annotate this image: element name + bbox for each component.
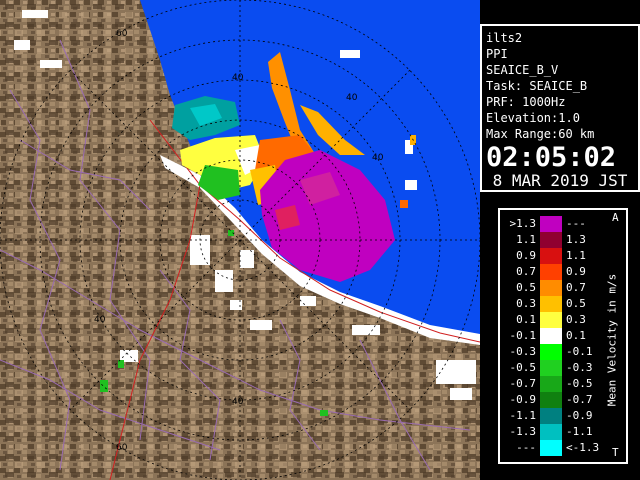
legend-lower-bound: 0.9 (516, 249, 536, 262)
legend-lower-bound: 1.1 (516, 233, 536, 246)
legend-row: -0.5 -0.3 (500, 360, 600, 376)
range-label-bottom: 60 (116, 443, 128, 453)
legend-color-swatch (540, 360, 562, 376)
legend-color-swatch (540, 408, 562, 424)
legend-color-swatch (540, 264, 562, 280)
legend-color-swatch (540, 232, 562, 248)
range-label-lower-left: 40 (94, 315, 106, 325)
prf-value: PRF: 1000Hz (486, 95, 566, 109)
legend-row: -1.1 -0.9 (500, 408, 600, 424)
legend-lower-bound: 0.3 (516, 297, 536, 310)
range-label-top: 60 (116, 29, 128, 39)
legend-color-swatch (540, 280, 562, 296)
elevation-value: Elevation:1.0 (486, 111, 580, 125)
legend-color-swatch (540, 392, 562, 408)
legend-lower-bound: 0.7 (516, 265, 536, 278)
legend-row: 0.9 1.1 (500, 248, 600, 264)
scan-time: 02:05:02 (486, 142, 617, 173)
legend-color-swatch (540, 216, 562, 232)
legend-lower-bound: --- (516, 441, 536, 454)
site-name: ilts2 (486, 31, 523, 45)
legend-color-swatch (540, 296, 562, 312)
legend-bottom-mark: T (612, 446, 619, 459)
legend-lower-bound: -0.3 (509, 345, 537, 358)
legend-row: -0.3 -0.1 (500, 344, 600, 360)
legend-row: -0.1 0.1 (500, 328, 600, 344)
legend-row: 0.5 0.7 (500, 280, 600, 296)
legend-row: -0.9 -0.7 (500, 392, 600, 408)
legend-lower-bound: -1.3 (509, 425, 537, 438)
legend-row: 1.1 1.3 (500, 232, 600, 248)
scan-type: PPI (486, 47, 508, 61)
legend-lower-bound: -0.5 (509, 361, 537, 374)
legend-lower-bound: -0.7 (509, 377, 537, 390)
range-label-right: 40 (372, 153, 384, 163)
range-label-upper-right: 40 (346, 93, 358, 103)
legend-row: -1.3 -1.1 (500, 424, 600, 440)
scan-info-panel: ilts2 PPI SEAICE_B_V Task: SEAICE_B PRF:… (480, 24, 640, 192)
task-name: Task: SEAICE_B (486, 79, 588, 93)
radar-ppi-view[interactable]: 60 40 40 40 40 40 60 (0, 0, 480, 480)
legend-color-swatch (540, 376, 562, 392)
range-label-upper-left: 40 (232, 73, 244, 83)
legend-lower-bound: -1.1 (509, 409, 537, 422)
legend-top-mark: A (612, 211, 619, 224)
legend-color-swatch (540, 344, 562, 360)
legend-row: 0.1 0.3 (500, 312, 600, 328)
legend-lower-bound: -0.9 (509, 393, 537, 406)
max-range-value: Max Range:60 km (486, 127, 595, 141)
range-label-lower-mid: 40 (232, 397, 244, 407)
legend-color-swatch (540, 440, 562, 456)
legend-row: --- <-1.3 (500, 440, 600, 456)
legend-row: 0.3 0.5 (500, 296, 600, 312)
legend-lower-bound: -0.1 (509, 329, 537, 342)
legend-title-box: Mean Velocity in m/s (600, 220, 624, 460)
legend-lower-bound: >1.3 (509, 217, 537, 230)
legend-row: -0.7 -0.5 (500, 376, 600, 392)
legend-row: >1.3 --- (500, 216, 600, 232)
legend-lower-bound: 0.1 (516, 313, 536, 326)
legend-title: Mean Velocity in m/s (605, 273, 619, 407)
velocity-legend: >1.3 --- 1.1 1.3 0.9 1.1 0.7 0.9 0.5 0.7 0.3 0.5 0.1… (498, 208, 628, 464)
legend-color-swatch (540, 328, 562, 344)
legend-color-swatch (540, 248, 562, 264)
scan-date: 8 MAR 2019 JST (492, 171, 628, 190)
legend-lower-bound: 0.5 (516, 281, 536, 294)
product-name: SEAICE_B_V (486, 63, 559, 77)
legend-color-swatch (540, 312, 562, 328)
legend-row: 0.7 0.9 (500, 264, 600, 280)
legend-color-swatch (540, 424, 562, 440)
